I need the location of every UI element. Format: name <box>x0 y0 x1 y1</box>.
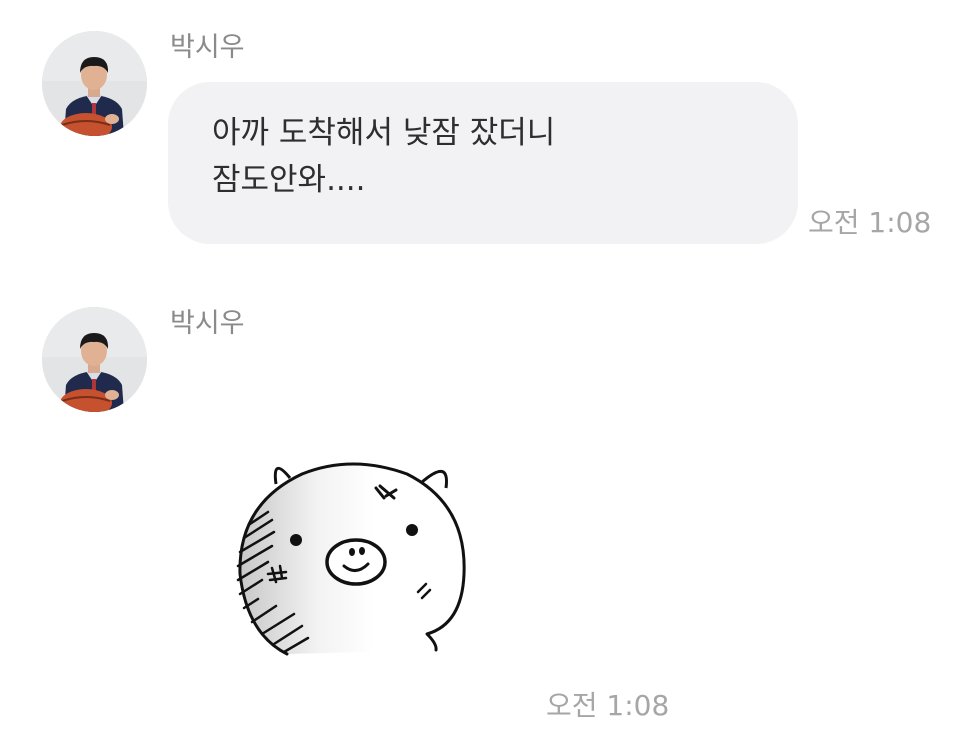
avatar-photo <box>42 307 147 412</box>
sender-avatar[interactable] <box>42 307 147 412</box>
message-timestamp: 오전 1:08 <box>808 206 932 239</box>
pig-sticker-image <box>236 462 466 656</box>
message-text-line: 아까 도착해서 낮잠 잤더니 <box>212 115 556 151</box>
message-text-line: 잠도안와.... <box>212 162 366 198</box>
message-bubble[interactable]: 아까 도착해서 낮잠 잤더니 잠도안와.... <box>168 82 798 244</box>
avatar-photo <box>42 31 147 136</box>
pig-sticker[interactable] <box>232 454 472 660</box>
message-timestamp: 오전 1:08 <box>546 689 670 722</box>
sender-name: 박시우 <box>170 32 245 63</box>
sender-name: 박시우 <box>170 308 245 339</box>
sender-avatar[interactable] <box>42 31 147 136</box>
